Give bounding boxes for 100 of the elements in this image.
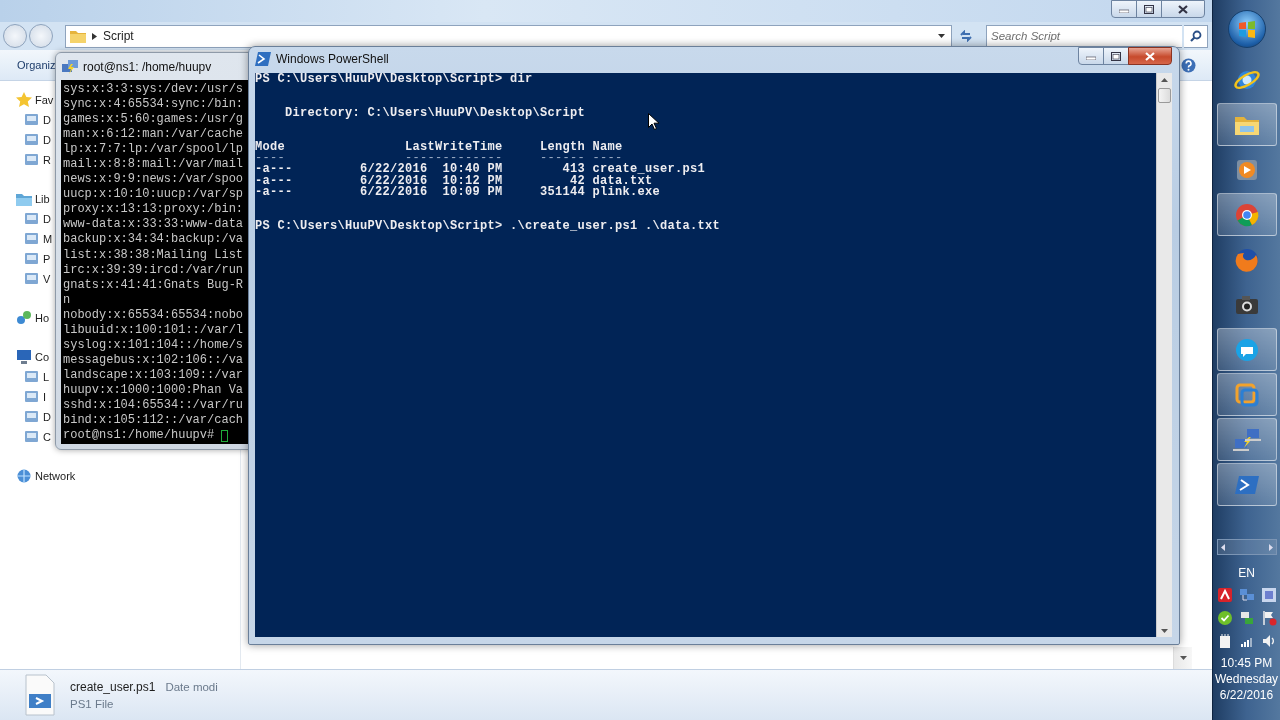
terminal-line: n — [63, 292, 71, 308]
drive-icon — [24, 251, 40, 267]
computers-icon — [62, 58, 78, 75]
drive-icon — [24, 211, 40, 227]
drive-icon — [24, 409, 40, 425]
drive-icon — [24, 369, 40, 385]
command-line: PS C:\Users\HuuPV\Desktop\Script> .\create_user.ps1 .\data.txt — [255, 220, 721, 233]
nav-item[interactable]: Network — [16, 466, 76, 486]
nav-item[interactable]: D — [24, 130, 51, 150]
search-field[interactable]: Search Script — [986, 24, 1182, 48]
nav-item[interactable]: R — [24, 150, 51, 170]
table-header: Mode LastWriteTime Length Name — [255, 141, 623, 154]
down-arrow-icon — [1161, 629, 1168, 633]
terminal-line: www-data:x:33:33:www-data — [63, 217, 244, 233]
terminal-icon — [255, 52, 271, 66]
close-icon — [1145, 51, 1155, 61]
nav-item[interactable]: Co — [16, 347, 50, 367]
command-line: PS C:\Users\HuuPV\Desktop\Script> dir — [255, 74, 533, 86]
refresh-icon — [959, 30, 973, 42]
check-icon[interactable] — [1216, 610, 1233, 626]
nav-item[interactable]: I — [24, 387, 47, 407]
taskbar-button[interactable] — [1216, 328, 1277, 371]
terminal-line: mail:x:8:8:mail:/var/mail — [63, 157, 244, 173]
start-button[interactable] — [1227, 10, 1266, 48]
taskbar-button[interactable] — [1216, 193, 1277, 236]
terminal-line: libuuid:x:100:101::/var/l — [63, 322, 244, 338]
app-icon[interactable] — [1216, 587, 1233, 603]
terminal-line: sync:x:4:65534:sync:/bin: — [63, 97, 244, 113]
close-button[interactable] — [1161, 0, 1205, 18]
terminal-line: lp:x:7:7:lp:/var/spool/lp — [63, 142, 244, 158]
nav-item[interactable]: D — [24, 110, 51, 130]
drive-icon — [24, 271, 40, 287]
monitor-icon — [16, 349, 32, 365]
organize-menu[interactable]: Organiz — [17, 59, 56, 71]
up-arrow-icon — [1161, 78, 1168, 82]
drive-icon — [24, 132, 40, 148]
terminal-prompt: root@ns1:/home/huupv# — [63, 428, 215, 444]
terminal-line: games:x:5:60:games:/usr/g — [63, 112, 244, 128]
caret-icon — [938, 34, 945, 38]
speaker-icon[interactable] — [1260, 633, 1277, 649]
nav-item[interactable]: V — [24, 269, 51, 289]
terminal-line: man:x:6:12:man:/var/cache — [63, 127, 244, 143]
sync-icon[interactable] — [1238, 610, 1255, 626]
nav-item[interactable]: Lib — [16, 189, 50, 209]
help-icon — [1181, 57, 1196, 73]
search-icon — [1189, 30, 1202, 42]
nav-item[interactable]: C — [24, 427, 51, 447]
detail-label: Date modi — [165, 681, 218, 693]
terminal-line: uucp:x:10:10:uucp:/var/sp — [63, 187, 244, 203]
drive-icon — [24, 231, 40, 247]
right-arrow-icon — [1268, 543, 1273, 551]
terminal-line: backup:x:34:34:backup:/va — [63, 232, 244, 248]
file-name: create_user.ps1 — [70, 680, 156, 694]
mouse-pointer-icon — [648, 113, 659, 130]
terminal-line: news:x:9:9:news:/var/spoo — [63, 172, 244, 188]
terminal-line: syslog:x:101:104::/home/s — [63, 337, 244, 353]
maximize-icon — [1111, 51, 1121, 61]
taskbar-button[interactable] — [1216, 418, 1277, 461]
clock[interactable]: 10:45 PM Wednesday 6/22/2016 — [1214, 655, 1279, 703]
close-button[interactable] — [1128, 47, 1172, 65]
folder-icon — [16, 191, 32, 207]
terminal-line: huupv:x:1000:1000:Phan Va — [63, 382, 244, 398]
taskbar-button[interactable] — [1216, 373, 1277, 416]
down-arrow-icon — [1179, 656, 1187, 660]
nav-item[interactable]: D — [24, 209, 51, 229]
terminal-line: irc:x:39:39:ircd:/var/run — [63, 262, 244, 278]
nav-item[interactable]: D — [24, 407, 51, 427]
breadcrumb[interactable]: Script — [103, 29, 134, 43]
globe-icon — [16, 468, 32, 484]
maximize-button[interactable] — [1103, 47, 1129, 65]
nav-item[interactable]: L — [24, 367, 50, 387]
terminal-line: messagebus:x:102:106::/va — [63, 352, 244, 368]
flag-icon[interactable] — [1260, 610, 1277, 626]
terminal-line: gnats:x:41:41:Gnats Bug-R — [63, 277, 244, 293]
close-icon — [1178, 4, 1188, 14]
search-button[interactable] — [1184, 24, 1208, 48]
nav-item[interactable]: Ho — [16, 308, 50, 328]
terminal-line: nobody:x:65534:65534:nobo — [63, 307, 244, 323]
nav-item[interactable]: P — [24, 249, 51, 269]
drive-icon — [24, 152, 40, 168]
language-indicator[interactable]: EN — [1238, 563, 1255, 583]
drive-icon — [24, 389, 40, 405]
terminal-line: sshd:x:104:65534::/var/ru — [63, 398, 244, 414]
maximize-icon — [1144, 4, 1154, 14]
terminal-line: bind:x:105:112::/var/cach — [63, 413, 244, 429]
file-row: -a--- 6/22/2016 10:12 PM 42 data.txt — [255, 175, 653, 187]
terminal-line: sys:x:3:3:sys:/dev:/usr/s — [63, 82, 244, 98]
address-bar[interactable]: Script — [65, 24, 952, 48]
drive-icon — [24, 112, 40, 128]
maximize-button[interactable] — [1136, 0, 1162, 18]
folder-icon — [70, 29, 86, 43]
window-icon[interactable] — [1260, 587, 1277, 603]
nav-item[interactable]: M — [24, 229, 53, 249]
file-row: -a--- 6/22/2016 10:09 PM 351144 plink.exe — [255, 186, 661, 199]
directory-heading: Directory: C:\Users\HuuPV\Desktop\Script — [284, 107, 586, 120]
terminal-line: proxy:x:13:13:proxy:/bin: — [63, 202, 244, 218]
nav-item[interactable]: Fav — [16, 90, 54, 110]
taskbar-button[interactable] — [1216, 463, 1277, 506]
network-icon[interactable] — [1238, 587, 1255, 603]
taskbar-button[interactable] — [1216, 103, 1277, 146]
